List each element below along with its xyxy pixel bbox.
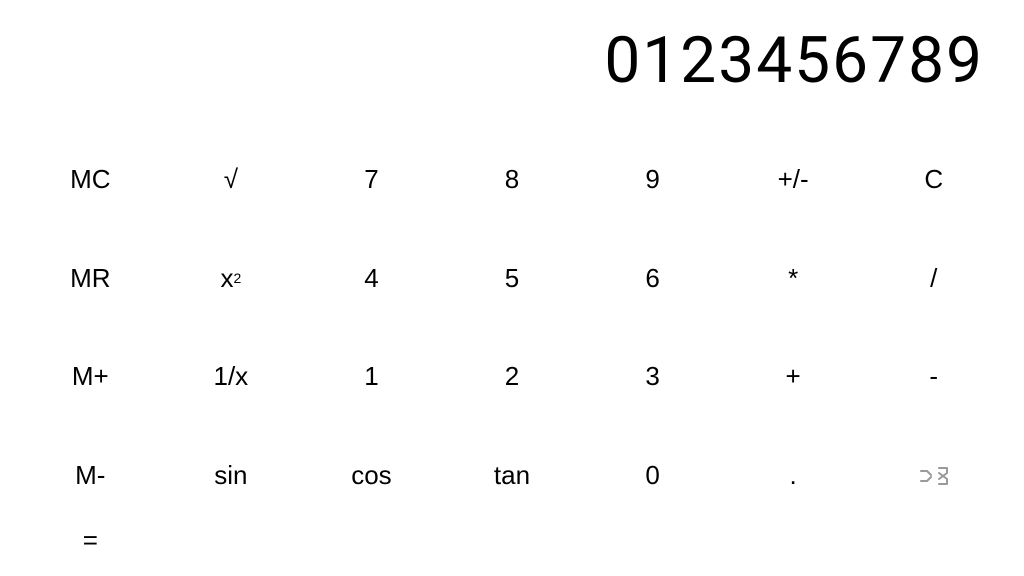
5-button[interactable]: 5 [442,229,583,328]
display-value: 0123456789 [604,23,984,98]
m-minus-button[interactable]: M- [20,426,161,525]
minus-button[interactable]: - [863,328,1004,427]
m-plus-button[interactable]: M+ [20,328,161,427]
6-button[interactable]: 6 [582,229,723,328]
clear-button[interactable]: C [863,130,1004,229]
plus-button[interactable]: + [723,328,864,427]
3-button[interactable]: 3 [582,328,723,427]
sin-button[interactable]: sin [161,426,302,525]
buttons-grid: MC √ 7 8 9 +/- C MR x2 4 5 6 * / M+ 1/x … [0,120,1024,576]
decimal-button[interactable]: . [723,426,864,525]
8-button[interactable]: 8 [442,130,583,229]
0-button[interactable]: 0 [582,426,723,525]
cos-button[interactable]: cos [301,426,442,525]
shuffle-button[interactable] [863,426,1004,525]
calculator: 0123456789 MC √ 7 8 9 +/- C MR x2 4 5 6 … [0,0,1024,576]
divide-button[interactable]: / [863,229,1004,328]
tan-button[interactable]: tan [442,426,583,525]
2-button[interactable]: 2 [442,328,583,427]
9-button[interactable]: 9 [582,130,723,229]
4-button[interactable]: 4 [301,229,442,328]
plus-minus-button[interactable]: +/- [723,130,864,229]
sqrt-button[interactable]: √ [161,130,302,229]
1-button[interactable]: 1 [301,328,442,427]
mr-button[interactable]: MR [20,229,161,328]
7-button[interactable]: 7 [301,130,442,229]
x-squared-button[interactable]: x2 [161,229,302,328]
reciprocal-button[interactable]: 1/x [161,328,302,427]
mc-button[interactable]: MC [20,130,161,229]
multiply-button[interactable]: * [723,229,864,328]
equals-button[interactable]: = [20,525,161,556]
display-area: 0123456789 [0,0,1024,120]
